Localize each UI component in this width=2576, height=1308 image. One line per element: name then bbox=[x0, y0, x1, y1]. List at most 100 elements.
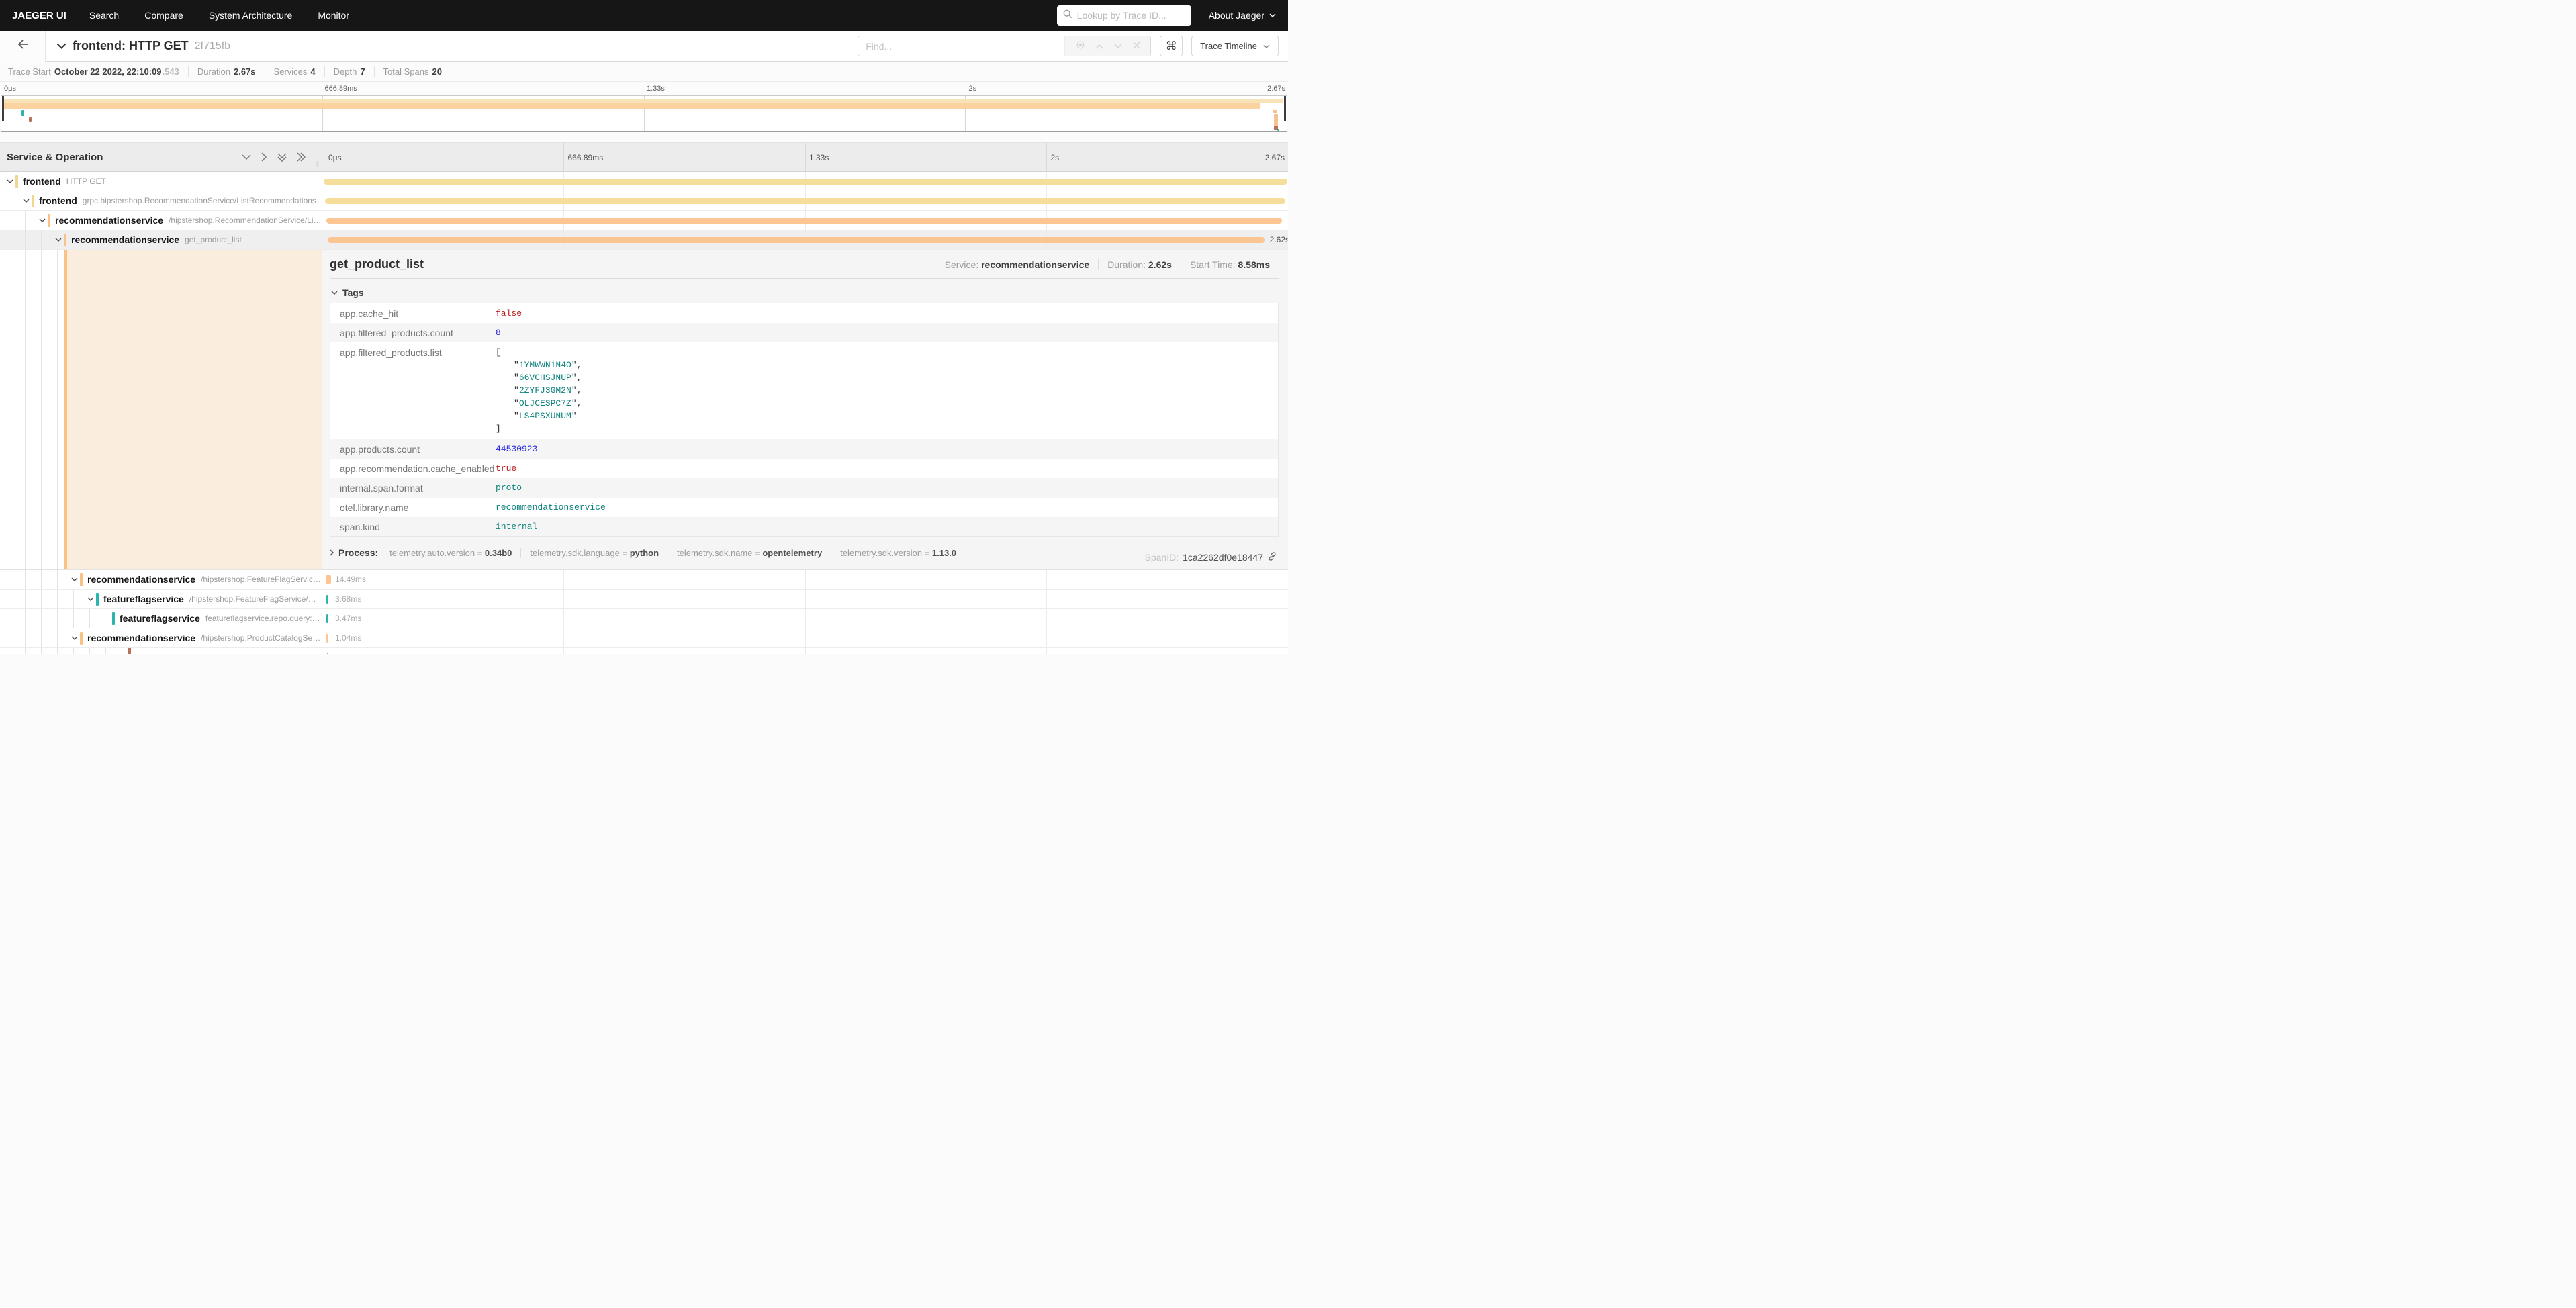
span-duration-bar[interactable] bbox=[327, 653, 328, 654]
chevron-down-icon[interactable] bbox=[5, 179, 15, 183]
trace-view-select[interactable]: Trace Timeline bbox=[1191, 36, 1279, 56]
tag-value: true bbox=[496, 463, 516, 473]
span-name-cell[interactable] bbox=[0, 648, 322, 654]
chevron-down-icon[interactable] bbox=[21, 199, 31, 203]
tags-section-toggle[interactable]: Tags bbox=[331, 287, 1279, 298]
minimap-scrubber-right[interactable] bbox=[1284, 96, 1286, 121]
tag-row[interactable]: span.kind internal bbox=[330, 517, 1278, 536]
detail-duration: Duration: 2.62s bbox=[1098, 259, 1181, 270]
collapse-all-icon[interactable] bbox=[277, 153, 287, 162]
minimap-scrubber-left[interactable] bbox=[2, 96, 4, 121]
expand-one-icon[interactable] bbox=[261, 152, 267, 162]
span-row-featureflagservice-getflag[interactable]: featureflagservice /hipstershop.FeatureF… bbox=[0, 590, 1288, 609]
span-timeline-cell[interactable] bbox=[322, 648, 1288, 654]
span-id-label: SpanID: bbox=[1145, 552, 1179, 563]
span-detail-title: get_product_list bbox=[330, 257, 424, 271]
span-duration-bar[interactable] bbox=[324, 179, 1287, 185]
minimap-canvas[interactable] bbox=[1, 95, 1287, 132]
timeline-left-header: Service & Operation ‖ bbox=[0, 143, 322, 171]
span-timeline-cell[interactable]: 14.49ms bbox=[322, 570, 1288, 589]
span-duration-bar[interactable] bbox=[326, 614, 328, 623]
span-timeline-cell[interactable]: 1.04ms bbox=[322, 628, 1288, 647]
next-match-icon[interactable] bbox=[1114, 41, 1122, 51]
span-duration-bar[interactable] bbox=[325, 198, 1285, 204]
span-name-cell[interactable]: featureflagservice featureflagservice.re… bbox=[0, 609, 322, 628]
tag-row[interactable]: internal.span.format proto bbox=[330, 478, 1278, 498]
process-section-toggle[interactable]: Process: telemetry.auto.version0.34b0 te… bbox=[330, 547, 1279, 558]
nav-item-compare[interactable]: Compare bbox=[144, 10, 183, 21]
detail-service: Service: recommendationservice bbox=[936, 259, 1099, 270]
span-timeline-cell[interactable] bbox=[322, 191, 1288, 210]
keyboard-shortcuts-button[interactable]: ⌘ bbox=[1160, 36, 1183, 56]
column-resize-handle[interactable]: ‖ bbox=[316, 161, 320, 169]
span-name-cell[interactable]: frontend grpc.hipstershop.Recommendation… bbox=[0, 191, 322, 210]
span-row-frontend-httpget[interactable]: frontend HTTP GET bbox=[0, 172, 1288, 191]
tag-row[interactable]: otel.library.name recommendationservice bbox=[330, 498, 1278, 517]
prev-match-icon[interactable] bbox=[1095, 41, 1103, 51]
span-timeline-cell[interactable] bbox=[322, 211, 1288, 230]
collapse-trace-chevron-icon[interactable] bbox=[56, 43, 66, 49]
span-timeline-cell[interactable] bbox=[322, 172, 1288, 191]
indent-guides bbox=[0, 191, 16, 210]
focus-match-icon[interactable] bbox=[1076, 40, 1085, 52]
nav-item-search[interactable]: Search bbox=[89, 10, 119, 21]
span-name-cell[interactable]: recommendationservice get_product_list bbox=[0, 230, 322, 249]
span-timeline-cell[interactable]: 3.47ms bbox=[322, 609, 1288, 628]
tag-row[interactable]: app.filtered_products.list 1YMWWN1N4O 66… bbox=[330, 342, 1278, 439]
span-name-cell[interactable]: featureflagservice /hipstershop.FeatureF… bbox=[0, 590, 322, 608]
span-duration-bar[interactable] bbox=[328, 237, 1265, 243]
span-duration-bar[interactable] bbox=[326, 218, 1281, 224]
chevron-down-icon[interactable] bbox=[54, 238, 63, 242]
chevron-down-icon[interactable] bbox=[86, 597, 95, 601]
span-duration-bar[interactable] bbox=[326, 575, 331, 584]
tag-row[interactable]: app.filtered_products.count 8 bbox=[330, 323, 1278, 342]
span-row-reco-featureflagservice[interactable]: recommendationservice /hipstershop.Featu… bbox=[0, 570, 1288, 590]
span-name-cell[interactable]: recommendationservice /hipstershop.Featu… bbox=[0, 570, 322, 589]
expand-all-icon[interactable] bbox=[297, 152, 306, 162]
span-row-featureflagservice-repo-query[interactable]: featureflagservice featureflagservice.re… bbox=[0, 609, 1288, 628]
collapse-one-icon[interactable] bbox=[242, 154, 251, 160]
span-row-recommendationservice-listrecommendations[interactable]: recommendationservice /hipstershop.Recom… bbox=[0, 211, 1288, 230]
tag-row[interactable]: app.recommendation.cache_enabled true bbox=[330, 459, 1278, 478]
indent-guides bbox=[0, 230, 48, 249]
span-name-cell[interactable]: recommendationservice /hipstershop.Recom… bbox=[0, 211, 322, 230]
detail-start-time: Start Time: 8.58ms bbox=[1181, 259, 1279, 270]
about-jaeger-menu[interactable]: About Jaeger bbox=[1209, 10, 1276, 21]
tag-value: proto bbox=[496, 483, 522, 493]
find-input[interactable] bbox=[858, 36, 1064, 56]
span-row-reco-productcatalog[interactable]: recommendationservice /hipstershop.Produ… bbox=[0, 628, 1288, 648]
tag-key: span.kind bbox=[330, 522, 496, 532]
span-name-cell[interactable]: frontend HTTP GET bbox=[0, 172, 322, 191]
command-icon: ⌘ bbox=[1166, 40, 1177, 53]
chevron-down-icon[interactable] bbox=[70, 636, 79, 640]
tag-row[interactable]: app.cache_hit false bbox=[330, 303, 1278, 323]
tag-value: 44530923 bbox=[496, 444, 537, 454]
service-color-bar bbox=[128, 648, 131, 654]
span-name-cell[interactable]: recommendationservice /hipstershop.Produ… bbox=[0, 628, 322, 647]
span-row-frontend-listrecommendations[interactable]: frontend grpc.hipstershop.Recommendation… bbox=[0, 191, 1288, 211]
tag-row[interactable]: app.products.count 44530923 bbox=[330, 439, 1278, 459]
chevron-down-icon[interactable] bbox=[70, 577, 79, 581]
span-duration-bar[interactable] bbox=[326, 634, 328, 643]
span-timeline-cell[interactable]: 2.62s bbox=[322, 230, 1288, 249]
span-row-get-product-list[interactable]: recommendationservice get_product_list 2… bbox=[0, 230, 1288, 250]
service-name: recommendationservice bbox=[87, 633, 195, 643]
tag-key: app.cache_hit bbox=[330, 308, 496, 319]
find-box[interactable] bbox=[858, 36, 1151, 56]
chevron-down-icon[interactable] bbox=[38, 218, 47, 222]
top-nav: JAEGER UI Search Compare System Architec… bbox=[0, 0, 1288, 31]
span-duration-bar[interactable] bbox=[326, 595, 328, 604]
span-timeline-cell[interactable]: 3.68ms bbox=[322, 590, 1288, 608]
deep-link-icon[interactable] bbox=[1267, 551, 1277, 563]
service-color-bar bbox=[80, 632, 83, 645]
nav-item-monitor[interactable]: Monitor bbox=[318, 10, 349, 21]
operation-name: grpc.hipstershop.RecommendationService/L… bbox=[83, 196, 316, 205]
clear-find-icon[interactable] bbox=[1133, 41, 1140, 51]
back-button[interactable] bbox=[0, 31, 46, 62]
nav-item-system-architecture[interactable]: System Architecture bbox=[209, 10, 293, 21]
span-row-partial[interactable] bbox=[0, 648, 1288, 654]
axis-tick: 666.89ms bbox=[568, 153, 604, 162]
trace-lookup-input[interactable] bbox=[1077, 10, 1199, 21]
trace-lookup-box[interactable] bbox=[1057, 5, 1191, 26]
trace-duration: Duration 2.67s bbox=[188, 66, 265, 77]
